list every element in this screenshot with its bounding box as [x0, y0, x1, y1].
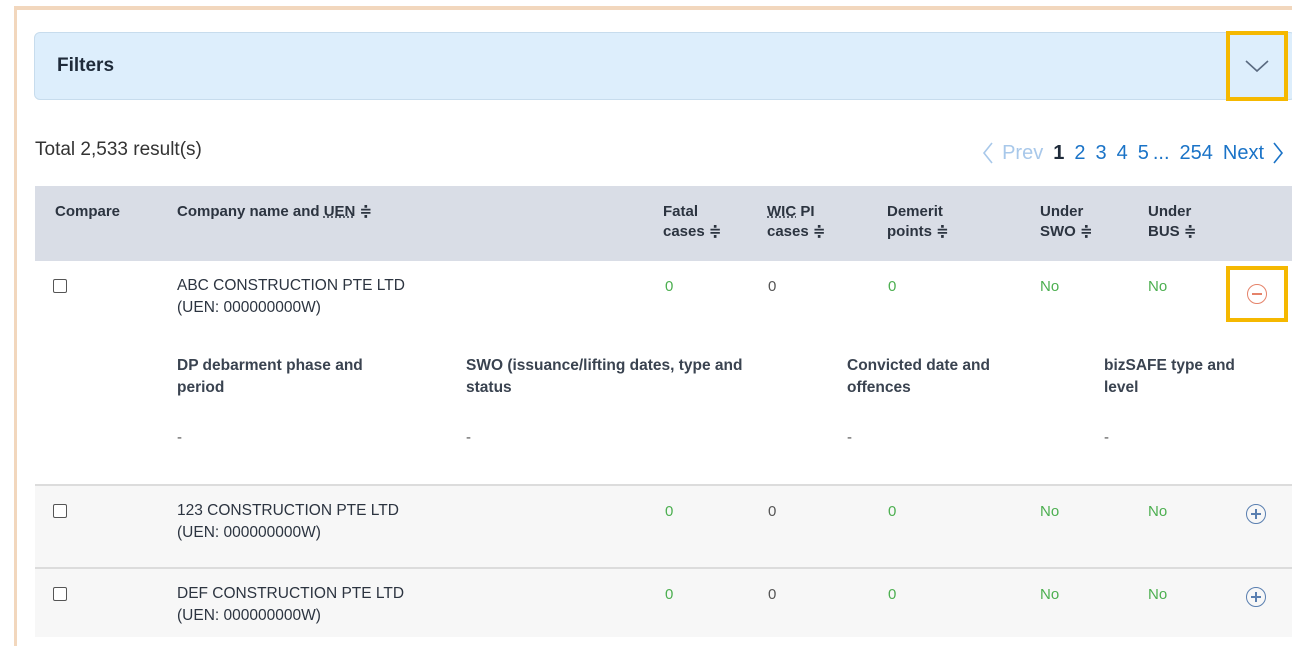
swo-details-value: - — [466, 429, 471, 446]
bus-header-line2: BUS — [1148, 223, 1180, 240]
under-bus-value: No — [1148, 278, 1168, 295]
fatal-cases-value: 0 — [665, 278, 674, 295]
prev-label: Prev — [1002, 141, 1044, 164]
convicted-header-line2: offences — [847, 379, 911, 396]
swo-header-line1: Under — [1040, 203, 1084, 220]
demerit-points-value: 0 — [888, 278, 897, 295]
bizsafe-header: bizSAFE type and level — [1104, 355, 1235, 399]
collapse-row-button[interactable] — [1226, 266, 1288, 322]
table-row: ABC CONSTRUCTION PTE LTD (UEN: 000000000… — [35, 261, 1292, 484]
wic-header-line2: cases — [767, 223, 809, 240]
sort-icon: ≑ — [1183, 223, 1197, 240]
wic-abbr: WIC — [767, 203, 797, 220]
page-5[interactable]: 5 — [1138, 142, 1149, 165]
demerit-points-value: 0 — [888, 586, 897, 603]
dp-header-line2: period — [177, 379, 225, 396]
wic-pi-cases-header[interactable]: WIC PI cases ≑ — [767, 202, 825, 242]
dp-header-line1: DP debarment phase and — [177, 357, 363, 374]
bizsafe-header-line1: bizSAFE type and — [1104, 357, 1235, 374]
fatal-cases-value: 0 — [665, 503, 674, 520]
page-2[interactable]: 2 — [1074, 142, 1085, 165]
wic-header-line1: PI — [796, 203, 815, 220]
bizsafe-header-line2: level — [1104, 379, 1139, 396]
expand-row-button[interactable] — [1246, 587, 1266, 607]
next-page-button[interactable]: Next — [1223, 141, 1284, 165]
page-ellipsis: ... — [1152, 141, 1170, 164]
under-bus-header[interactable]: Under BUS ≑ — [1148, 202, 1196, 242]
convicted-header-line1: Convicted date and — [847, 357, 990, 374]
next-label: Next — [1222, 141, 1264, 164]
prev-page-button[interactable]: Prev — [982, 141, 1043, 165]
sort-icon: ≑ — [1080, 223, 1093, 240]
demerit-points-value: 0 — [888, 503, 897, 520]
company-uen: (UEN: 000000000W) — [177, 524, 321, 541]
filters-panel[interactable]: Filters — [34, 32, 1292, 100]
compare-checkbox[interactable] — [53, 504, 67, 518]
sort-icon: ≑ — [812, 223, 826, 240]
minus-circle-icon — [1247, 284, 1267, 304]
company-name: DEF CONSTRUCTION PTE LTD — [177, 585, 405, 602]
dp-debarment-header: DP debarment phase and period — [177, 355, 363, 399]
pagination: Prev 1 2 3 4 5 ... 254 Next — [982, 141, 1284, 165]
company-uen: (UEN: 000000000W) — [177, 607, 321, 624]
company-header-label: Company name and — [177, 203, 324, 220]
company-uen: (UEN: 000000000W) — [177, 299, 321, 316]
page-1[interactable]: 1 — [1053, 142, 1064, 165]
bus-header-line1: Under — [1148, 203, 1192, 220]
swo-header-line2: SWO — [1040, 223, 1076, 240]
plus-circle-icon — [1246, 587, 1266, 607]
wic-pi-cases-value: 0 — [768, 278, 777, 295]
under-swo-header[interactable]: Under SWO ≑ — [1040, 202, 1093, 242]
filters-toggle-button[interactable] — [1226, 31, 1288, 101]
company-name: ABC CONSTRUCTION PTE LTD — [177, 277, 405, 294]
sort-icon: ≑ — [359, 203, 373, 220]
company-header[interactable]: Company name and UEN ≑ — [177, 202, 372, 222]
under-bus-value: No — [1148, 586, 1168, 603]
compare-header: Compare — [55, 203, 121, 220]
swo-header-line2: status — [466, 379, 512, 396]
under-bus-value: No — [1148, 503, 1168, 520]
chevron-left-icon — [983, 142, 993, 164]
bizsafe-value: - — [1104, 429, 1109, 446]
wic-pi-cases-value: 0 — [768, 586, 777, 603]
under-swo-value: No — [1040, 278, 1060, 295]
sort-icon: ≑ — [708, 223, 722, 240]
fatal-header-line1: Fatal — [663, 203, 699, 220]
company-cell: DEF CONSTRUCTION PTE LTD (UEN: 000000000… — [177, 583, 404, 627]
fatal-header-line2: cases — [663, 223, 705, 240]
demerit-points-header[interactable]: Demerit points ≑ — [887, 202, 949, 242]
company-name: 123 CONSTRUCTION PTE LTD — [177, 502, 399, 519]
under-swo-value: No — [1040, 503, 1060, 520]
page-254[interactable]: 254 — [1180, 142, 1213, 165]
fatal-cases-value: 0 — [665, 586, 674, 603]
sort-icon: ≑ — [936, 223, 949, 240]
dp-debarment-value: - — [177, 429, 182, 446]
expand-row-button[interactable] — [1246, 504, 1266, 524]
compare-checkbox[interactable] — [53, 587, 67, 601]
compare-checkbox[interactable] — [53, 279, 67, 293]
convicted-value: - — [847, 429, 852, 446]
demerit-header-line2: points — [887, 223, 932, 240]
company-cell: ABC CONSTRUCTION PTE LTD (UEN: 000000000… — [177, 275, 405, 319]
results-total: Total 2,533 result(s) — [35, 139, 202, 160]
fatal-cases-header[interactable]: Fatal cases ≑ — [663, 202, 721, 242]
chevron-down-icon — [1245, 60, 1269, 73]
table-header: Compare Company name and UEN ≑ Fatal cas… — [35, 186, 1292, 261]
convicted-header: Convicted date and offences — [847, 355, 990, 399]
wic-pi-cases-value: 0 — [768, 503, 777, 520]
demerit-header-line1: Demerit — [887, 203, 943, 220]
under-swo-value: No — [1040, 586, 1060, 603]
swo-header-line1: SWO (issuance/lifting dates, type and — [466, 357, 743, 374]
plus-circle-icon — [1246, 504, 1266, 524]
chevron-right-icon — [1273, 142, 1284, 164]
table-row: DEF CONSTRUCTION PTE LTD (UEN: 000000000… — [35, 567, 1292, 637]
filters-title: Filters — [57, 55, 115, 76]
swo-details-header: SWO (issuance/lifting dates, type and st… — [466, 355, 742, 399]
page-4[interactable]: 4 — [1117, 142, 1128, 165]
company-cell: 123 CONSTRUCTION PTE LTD (UEN: 000000000… — [177, 500, 399, 544]
page-3[interactable]: 3 — [1095, 142, 1106, 165]
table-row: 123 CONSTRUCTION PTE LTD (UEN: 000000000… — [35, 484, 1292, 567]
uen-abbr: UEN — [323, 203, 356, 220]
